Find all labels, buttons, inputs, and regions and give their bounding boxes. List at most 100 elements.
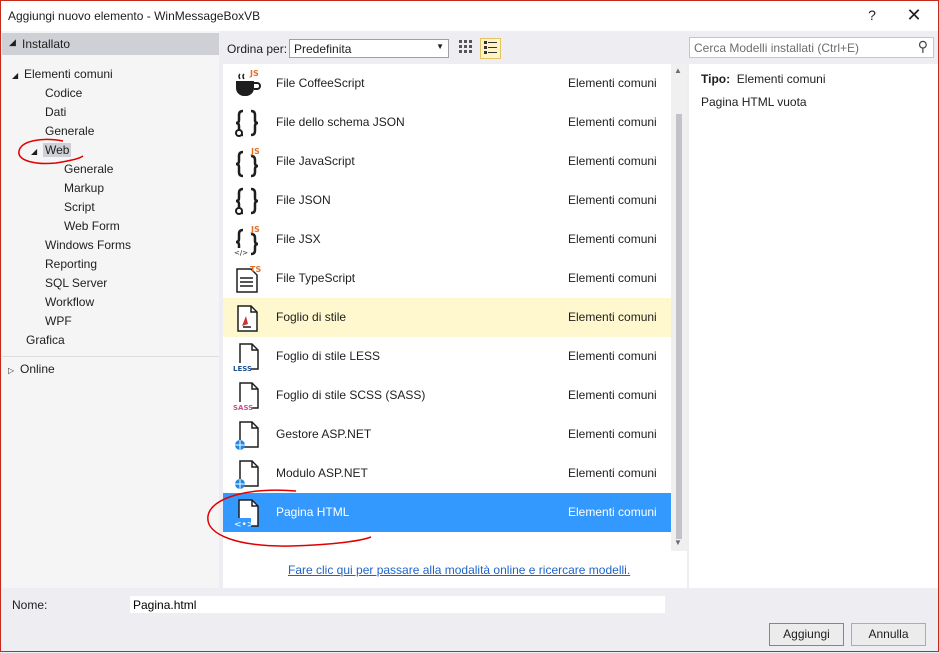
tree-item-codice[interactable]: Codice <box>45 84 82 103</box>
tree-item-generale[interactable]: Generale <box>45 122 94 141</box>
add-new-item-dialog: Aggiungi nuovo elemento - WinMessageBoxV… <box>0 0 939 652</box>
details-panel: Tipo: Elementi comuni Pagina HTML vuota <box>689 64 938 588</box>
title-bar: Aggiungi nuovo elemento - WinMessageBoxV… <box>1 1 938 31</box>
svg-text:LESS: LESS <box>233 365 252 373</box>
template-category: Elementi comuni <box>568 271 657 285</box>
name-field[interactable] <box>130 596 665 613</box>
template-category: Elementi comuni <box>568 427 657 441</box>
typescript-file-icon: TS <box>231 263 263 295</box>
tree-item-label: SQL Server <box>45 276 108 290</box>
tree-item-windows-forms[interactable]: Windows Forms <box>45 236 131 255</box>
expand-arrow-icon[interactable]: ▷ <box>8 361 20 380</box>
template-row-coffeescript[interactable]: JS File CoffeeScript Elementi comuni <box>223 64 671 103</box>
collapse-arrow-icon[interactable]: ◢ <box>9 37 16 48</box>
scss-stylesheet-icon: SASS <box>231 380 263 412</box>
tree-item-label: Reporting <box>45 257 98 271</box>
svg-text:<•>: <•> <box>234 520 254 529</box>
online-mode-link[interactable]: Fare clic qui per passare alla modalità … <box>288 563 630 577</box>
sort-dropdown[interactable]: Predefinita ▼ <box>289 39 449 58</box>
aspnet-handler-icon <box>231 419 263 451</box>
template-row-less[interactable]: LESS Foglio di stile LESS Elementi comun… <box>223 337 671 376</box>
tree-item-label: Generale <box>45 124 95 138</box>
tree-item-label: Markup <box>64 181 105 195</box>
add-button[interactable]: Aggiungi <box>769 623 844 646</box>
template-name: Foglio di stile <box>276 310 347 324</box>
window-title: Aggiungi nuovo elemento - WinMessageBoxV… <box>8 9 261 23</box>
scroll-down-icon[interactable]: ▼ <box>674 538 682 547</box>
search-icon[interactable]: ⚲ <box>918 38 928 55</box>
template-row-jsx[interactable]: JS </> File JSX Elementi comuni <box>223 220 671 259</box>
svg-text:JS: JS <box>249 69 259 78</box>
less-stylesheet-icon: LESS <box>231 341 263 373</box>
template-row-aspnet-module[interactable]: Modulo ASP.NET Elementi comuni <box>223 454 671 493</box>
expand-arrow-icon[interactable]: ◢ <box>12 66 24 85</box>
details-description: Pagina HTML vuota <box>701 95 807 109</box>
scrollbar-thumb[interactable] <box>676 114 682 539</box>
aspnet-module-icon <box>231 458 263 490</box>
template-row-aspnet-handler[interactable]: Gestore ASP.NET Elementi comuni <box>223 415 671 454</box>
tree-item-label: Web Form <box>64 219 120 233</box>
jsx-file-icon: JS </> <box>231 224 263 257</box>
template-row-stylesheet[interactable]: Foglio di stile Elementi comuni <box>223 298 671 337</box>
template-category: Elementi comuni <box>568 505 657 519</box>
template-list-scrollbar[interactable]: ▲ ▼ <box>671 64 687 551</box>
template-name: File CoffeeScript <box>276 76 365 90</box>
close-button[interactable]: ✕ <box>901 4 927 26</box>
tree-header-installed[interactable]: ◢ Installato <box>2 33 219 55</box>
tree-item-web-generale[interactable]: Generale <box>64 160 113 179</box>
list-footer: Fare clic qui per passare alla modalità … <box>223 551 687 588</box>
tree-item-label: Grafica <box>26 333 65 347</box>
tree-item-label: Windows Forms <box>45 238 132 252</box>
tree-item-script[interactable]: Script <box>64 198 95 217</box>
svg-text:JS: JS <box>250 147 260 156</box>
tree-item-online[interactable]: ▷ Online <box>8 360 55 379</box>
template-category: Elementi comuni <box>568 193 657 207</box>
tree-item-elementi-comuni[interactable]: ◢ Elementi comuni <box>12 65 113 84</box>
tree-item-grafica[interactable]: Grafica <box>26 331 65 350</box>
tree-divider <box>2 356 219 357</box>
template-category: Elementi comuni <box>568 232 657 246</box>
template-name: Foglio di stile LESS <box>276 349 381 363</box>
scroll-up-icon[interactable]: ▲ <box>674 66 682 75</box>
search-input[interactable]: Cerca Modelli installati (Ctrl+E) ⚲ <box>689 37 934 58</box>
template-row-javascript[interactable]: JS File JavaScript Elementi comuni <box>223 142 671 181</box>
coffee-icon: JS <box>231 68 263 100</box>
cancel-button[interactable]: Annulla <box>851 623 926 646</box>
template-row-html-page[interactable]: <•> Pagina HTML Elementi comuni <box>223 493 671 532</box>
type-label: Tipo: <box>701 72 731 86</box>
template-name: File JSON <box>276 193 331 207</box>
tree-item-label: Elementi comuni <box>24 67 113 81</box>
json-schema-file-icon <box>231 107 263 139</box>
template-row-json-schema[interactable]: File dello schema JSON Elementi comuni <box>223 103 671 142</box>
list-view-icon[interactable] <box>480 38 501 59</box>
chevron-down-icon: ▼ <box>436 42 444 51</box>
tree-item-label: Script <box>64 200 95 214</box>
template-row-typescript[interactable]: TS File TypeScript Elementi comuni <box>223 259 671 298</box>
tree-item-dati[interactable]: Dati <box>45 103 66 122</box>
search-placeholder: Cerca Modelli installati (Ctrl+E) <box>694 41 860 55</box>
svg-text:JS: JS <box>250 225 260 234</box>
tree-item-sql-server[interactable]: SQL Server <box>45 274 107 293</box>
tree-item-label: Online <box>20 362 55 376</box>
template-category: Elementi comuni <box>568 466 657 480</box>
tree-item-label: Codice <box>45 86 83 100</box>
template-name: File TypeScript <box>276 271 356 285</box>
template-category: Elementi comuni <box>568 115 657 129</box>
template-row-scss[interactable]: SASS Foglio di stile SCSS (SASS) Element… <box>223 376 671 415</box>
name-label: Nome: <box>12 598 48 612</box>
expand-arrow-icon[interactable]: ◢ <box>31 142 43 161</box>
tree-item-label: Dati <box>45 105 67 119</box>
grid-view-icon[interactable] <box>455 38 476 59</box>
tree-item-reporting[interactable]: Reporting <box>45 255 97 274</box>
tree-item-web-form[interactable]: Web Form <box>64 217 120 236</box>
category-tree: ◢ Installato ◢ Elementi comuni Codice Dat… <box>2 31 219 588</box>
tree-item-wpf[interactable]: WPF <box>45 312 72 331</box>
tree-item-web[interactable]: ◢ Web <box>31 141 72 161</box>
tree-item-markup[interactable]: Markup <box>64 179 104 198</box>
sort-label: Ordina per: <box>227 42 288 56</box>
tree-item-label: WPF <box>45 314 72 328</box>
help-button[interactable]: ? <box>859 4 885 26</box>
tree-item-workflow[interactable]: Workflow <box>45 293 94 312</box>
template-row-json[interactable]: File JSON Elementi comuni <box>223 181 671 220</box>
details-type: Tipo: Elementi comuni <box>701 72 826 86</box>
